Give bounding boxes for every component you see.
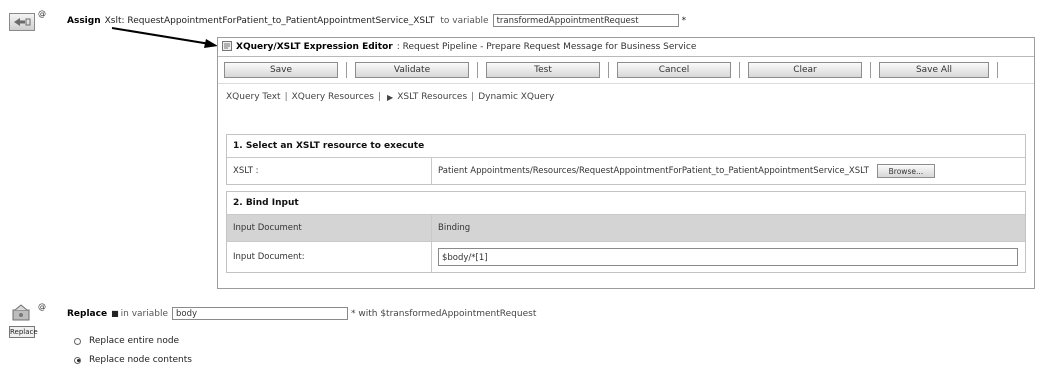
toolbar-divider <box>346 62 347 78</box>
replace-variable-field[interactable]: body <box>172 307 349 320</box>
section-1-header: 1. Select an XSLT resource to execute <box>227 135 1025 157</box>
save-all-button[interactable]: Save All <box>879 62 989 78</box>
option-replace-node-contents-label: Replace node contents <box>89 355 192 365</box>
replace-action-icon[interactable]: Replace <box>9 304 38 338</box>
assign-xslt-text[interactable]: Xslt: RequestAppointmentForPatient_to_Pa… <box>105 16 435 26</box>
clear-button[interactable]: Clear <box>748 62 862 78</box>
tab-xquery-text[interactable]: XQuery Text <box>226 92 281 102</box>
select-xslt-section: 1. Select an XSLT resource to execute XS… <box>226 134 1026 185</box>
binding-expression-field[interactable]: $body/*[1] <box>438 248 1018 266</box>
editor-title-bar: XQuery/XSLT Expression Editor : Request … <box>218 38 1034 57</box>
tab-separator: | <box>284 92 288 102</box>
tab-separator: | <box>377 92 382 102</box>
active-tab-arrow-icon: ▶ <box>387 92 394 102</box>
assign-at-badge: @ <box>38 9 46 18</box>
replace-at-badge: @ <box>38 302 46 311</box>
option-replace-entire-node-label: Replace entire node <box>89 336 180 346</box>
toolbar-divider <box>477 62 478 78</box>
column-binding: Binding <box>438 223 471 233</box>
xslt-resource-path: Patient Appointments/Resources/RequestAp… <box>438 166 869 176</box>
editor-toolbar: Save Validate Test Cancel Clear Save All <box>218 57 1034 84</box>
column-input-document: Input Document <box>227 215 432 241</box>
editor-icon <box>222 40 232 54</box>
xslt-label: XSLT : <box>227 158 432 184</box>
assign-to-variable-label: to variable <box>440 15 489 26</box>
editor-title: XQuery/XSLT Expression Editor <box>236 42 393 52</box>
radio-replace-node-contents[interactable] <box>74 356 81 364</box>
bind-input-row: Input Document: $body/*[1] <box>227 241 1025 272</box>
toolbar-divider <box>870 62 871 78</box>
xpath-marker-icon[interactable]: ■ <box>111 309 119 318</box>
radio-replace-entire-node[interactable] <box>74 337 81 345</box>
test-button[interactable]: Test <box>486 62 600 78</box>
assign-required-mark: * <box>681 15 687 26</box>
xslt-value-cell: Patient Appointments/Resources/RequestAp… <box>432 158 1025 184</box>
bind-table-header-row: Input Document Binding <box>227 214 1025 241</box>
replace-in-variable-label: in variable <box>120 308 169 319</box>
cancel-button[interactable]: Cancel <box>617 62 731 78</box>
tab-xquery-resources[interactable]: XQuery Resources <box>292 92 374 102</box>
toolbar-divider <box>608 62 609 78</box>
option-replace-node-contents[interactable]: Replace node contents <box>74 355 192 365</box>
input-document-label: Input Document: <box>227 242 432 272</box>
tab-dynamic-xquery[interactable]: Dynamic XQuery <box>478 92 554 102</box>
editor-subtitle: : Request Pipeline - Prepare Request Mes… <box>396 42 697 52</box>
toolbar-divider <box>997 62 998 78</box>
callout-arrow <box>111 27 218 48</box>
assign-keyword: Assign <box>67 15 101 26</box>
xquery-xslt-expression-editor: XQuery/XSLT Expression Editor : Request … <box>217 37 1035 289</box>
replace-keyword: Replace <box>67 308 108 319</box>
replace-tool-icon <box>12 304 30 321</box>
tab-separator: | <box>471 92 475 102</box>
replace-icon-label: Replace <box>9 326 38 338</box>
xslt-row: XSLT : Patient Appointments/Resources/Re… <box>227 157 1025 184</box>
assign-action-icon[interactable] <box>9 13 35 31</box>
section-2-header: 2. Bind Input <box>227 192 1025 214</box>
replace-with-expression[interactable]: * with $transformedAppointmentRequest <box>351 309 536 319</box>
bind-input-section: 2. Bind Input Input Document Binding Inp… <box>226 191 1026 273</box>
save-button[interactable]: Save <box>224 62 338 78</box>
validate-button[interactable]: Validate <box>355 62 469 78</box>
tab-xslt-resources[interactable]: XSLT Resources <box>397 92 467 102</box>
assign-variable-field[interactable]: transformedAppointmentRequest <box>492 14 679 27</box>
toolbar-divider <box>739 62 740 78</box>
binding-cell: $body/*[1] <box>432 242 1025 272</box>
assign-arrow-icon <box>14 18 31 26</box>
editor-tabs: XQuery Text | XQuery Resources | ▶ XSLT … <box>218 84 1034 110</box>
browse-button[interactable]: Browse... <box>876 164 935 178</box>
option-replace-entire-node[interactable]: Replace entire node <box>74 336 179 346</box>
replace-statement: Replace ■ in variable body * with $trans… <box>67 307 536 320</box>
